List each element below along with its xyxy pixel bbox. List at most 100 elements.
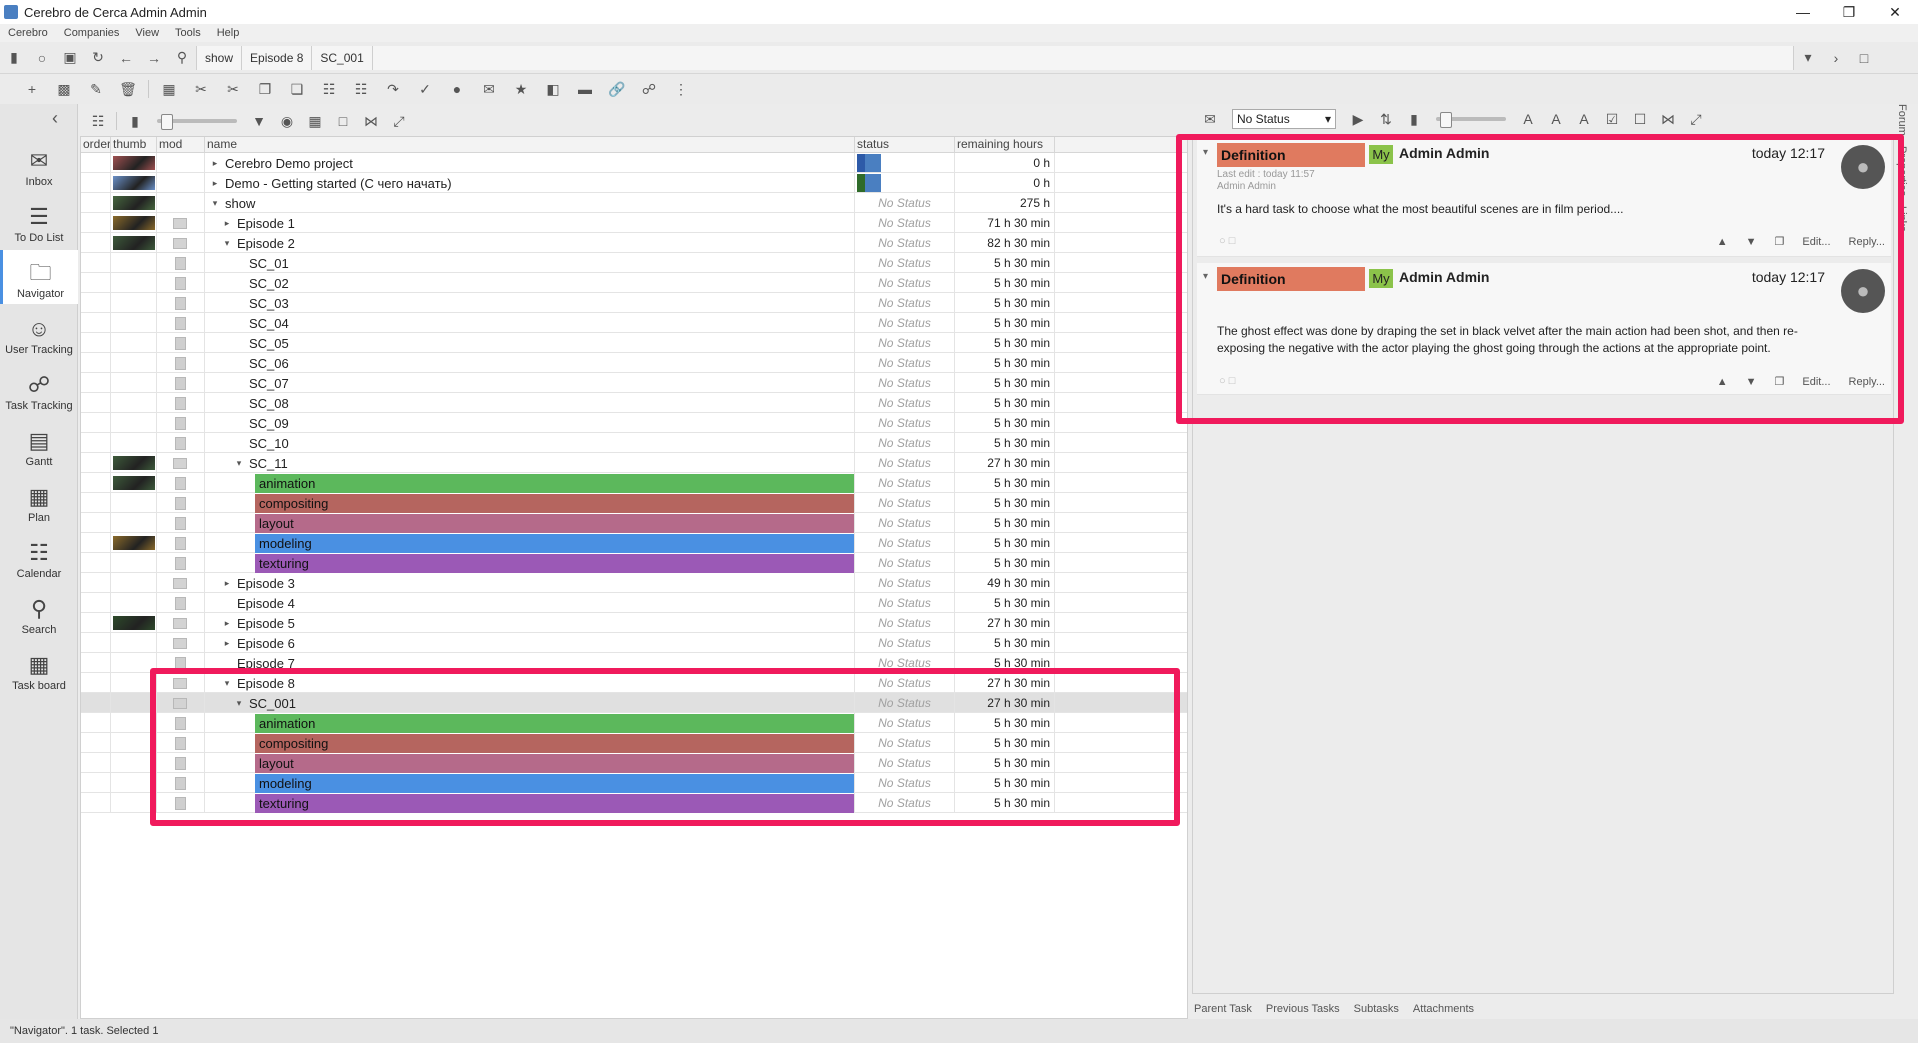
- table-row[interactable]: animation No Status 5 h 30 min: [81, 473, 1187, 493]
- expand-arrow-icon[interactable]: ▾: [233, 698, 245, 709]
- add-sub-icon[interactable]: ▩: [48, 77, 80, 101]
- name-cell[interactable]: animation: [205, 473, 855, 493]
- col-status[interactable]: status: [855, 137, 955, 152]
- name-cell[interactable]: ▾ SC_11: [205, 453, 855, 473]
- thumbnail-icon[interactable]: ▮: [121, 109, 149, 133]
- thumbs-down-icon[interactable]: ▼: [1746, 376, 1757, 388]
- table-row[interactable]: Episode 4 No Status 5 h 30 min: [81, 593, 1187, 613]
- status-cell[interactable]: No Status: [855, 473, 955, 493]
- thumbnail-image[interactable]: [113, 216, 155, 230]
- table-row[interactable]: ▸ Cerebro Demo project 0 h: [81, 153, 1187, 173]
- thumbnail-image[interactable]: [113, 156, 155, 170]
- thumbnail-image[interactable]: [113, 616, 155, 630]
- sidebar-item-navigator[interactable]: 🗀 Navigator: [0, 250, 78, 304]
- name-cell[interactable]: Episode 7: [205, 653, 855, 673]
- name-cell[interactable]: compositing: [205, 493, 855, 513]
- forward-icon[interactable]: →: [140, 46, 168, 70]
- table-row[interactable]: texturing No Status 5 h 30 min: [81, 793, 1187, 813]
- status-cell[interactable]: No Status: [855, 773, 955, 793]
- status-cell[interactable]: No Status: [855, 273, 955, 293]
- task-name[interactable]: compositing: [255, 733, 854, 753]
- breadcrumb-show[interactable]: show: [196, 45, 242, 70]
- sort-icon[interactable]: ⇅: [1372, 107, 1400, 131]
- thumbnail-image[interactable]: [113, 176, 155, 190]
- mail-icon[interactable]: ✉: [1196, 107, 1224, 131]
- table-row[interactable]: SC_09 No Status 5 h 30 min: [81, 413, 1187, 433]
- table-row[interactable]: SC_01 No Status 5 h 30 min: [81, 253, 1187, 273]
- name-cell[interactable]: SC_09: [205, 413, 855, 433]
- table-row[interactable]: SC_08 No Status 5 h 30 min: [81, 393, 1187, 413]
- menu-view[interactable]: View: [127, 27, 167, 39]
- col-mod[interactable]: mod: [157, 137, 205, 152]
- back-icon[interactable]: ←: [112, 46, 140, 70]
- forum-message[interactable]: ▾ Definition My Admin Admin today 12:17 …: [1197, 139, 1891, 257]
- task-name[interactable]: animation: [255, 713, 854, 733]
- name-cell[interactable]: ▸ Episode 6: [205, 633, 855, 653]
- name-cell[interactable]: modeling: [205, 773, 855, 793]
- name-cell[interactable]: animation: [205, 713, 855, 733]
- cut-icon[interactable]: ✂: [185, 77, 217, 101]
- menu-help[interactable]: Help: [209, 27, 248, 39]
- name-cell[interactable]: layout: [205, 753, 855, 773]
- play-icon[interactable]: ▶: [1344, 107, 1372, 131]
- status-cell[interactable]: No Status: [855, 433, 955, 453]
- tab-forum[interactable]: Forum: [1896, 104, 1908, 136]
- delete-icon[interactable]: 🗑: [112, 77, 144, 101]
- font-icon[interactable]: A: [1570, 107, 1598, 131]
- lightbulb-icon[interactable]: ○: [28, 46, 56, 70]
- tab-properties[interactable]: Properties: [1896, 146, 1908, 196]
- name-cell[interactable]: SC_10: [205, 433, 855, 453]
- link-icon[interactable]: 🔗: [601, 77, 633, 101]
- expand-arrow-icon[interactable]: ▸: [221, 638, 233, 649]
- edit-link[interactable]: Edit...: [1802, 236, 1830, 248]
- bulb-icon[interactable]: ●: [441, 77, 473, 101]
- table-row[interactable]: SC_07 No Status 5 h 30 min: [81, 373, 1187, 393]
- move-icon[interactable]: ▬: [569, 77, 601, 101]
- menu-tools[interactable]: Tools: [167, 27, 209, 39]
- status-cell[interactable]: No Status: [855, 413, 955, 433]
- name-cell[interactable]: ▾ SC_001: [205, 693, 855, 713]
- col-order[interactable]: order: [81, 137, 111, 152]
- copy-icon[interactable]: ❐: [1775, 375, 1785, 388]
- table-row[interactable]: ▾ SC_11 No Status 27 h 30 min: [81, 453, 1187, 473]
- status-cell[interactable]: No Status: [855, 653, 955, 673]
- check-icon[interactable]: ✓: [409, 77, 441, 101]
- status-cell[interactable]: No Status: [855, 733, 955, 753]
- status-cell[interactable]: No Status: [855, 253, 955, 273]
- expand-arrow-icon[interactable]: ▸: [221, 578, 233, 589]
- sidebar-item-gantt[interactable]: ▤ Gantt: [0, 418, 78, 472]
- breadcrumb-scene[interactable]: SC_001: [311, 45, 372, 70]
- status-cell[interactable]: No Status: [855, 633, 955, 653]
- sidebar-item-search[interactable]: ⚲ Search: [0, 586, 78, 640]
- status-cell[interactable]: No Status: [855, 793, 955, 813]
- tab-parent-task[interactable]: Parent Task: [1194, 1003, 1252, 1015]
- table-row[interactable]: SC_06 No Status 5 h 30 min: [81, 353, 1187, 373]
- checkbox-checked-icon[interactable]: ☑: [1598, 107, 1626, 131]
- sidebar-item-task-board[interactable]: ▦ Task board: [0, 642, 78, 696]
- table-row[interactable]: ▾ Episode 2 No Status 82 h 30 min: [81, 233, 1187, 253]
- expand-arrow-icon[interactable]: ▸: [221, 618, 233, 629]
- name-cell[interactable]: compositing: [205, 733, 855, 753]
- table-row[interactable]: layout No Status 5 h 30 min: [81, 513, 1187, 533]
- name-cell[interactable]: ▸ Cerebro Demo project: [205, 153, 855, 173]
- paste-link-icon[interactable]: ☷: [345, 77, 377, 101]
- name-cell[interactable]: SC_02: [205, 273, 855, 293]
- status-cell[interactable]: No Status: [855, 293, 955, 313]
- status-cell[interactable]: No Status: [855, 533, 955, 553]
- table-row[interactable]: ▸ Episode 1 No Status 71 h 30 min: [81, 213, 1187, 233]
- chevron-right-icon[interactable]: ›: [1822, 46, 1850, 70]
- name-cell[interactable]: SC_03: [205, 293, 855, 313]
- task-name[interactable]: texturing: [255, 553, 854, 573]
- refresh-icon[interactable]: ↻: [84, 46, 112, 70]
- clipboard-icon[interactable]: ☷: [313, 77, 345, 101]
- table-row[interactable]: Episode 7 No Status 5 h 30 min: [81, 653, 1187, 673]
- minimize-icon[interactable]: —: [1780, 0, 1826, 24]
- name-cell[interactable]: ▸ Episode 1: [205, 213, 855, 233]
- status-cell[interactable]: No Status: [855, 713, 955, 733]
- thumbnail-image[interactable]: [113, 196, 155, 210]
- sidebar-item-plan[interactable]: ▦ Plan: [0, 474, 78, 528]
- col-remaining[interactable]: remaining hours: [955, 137, 1055, 152]
- menu-companies[interactable]: Companies: [56, 27, 128, 39]
- grid-icon[interactable]: ▦: [301, 109, 329, 133]
- sidebar-item-calendar[interactable]: ☷ Calendar: [0, 530, 78, 584]
